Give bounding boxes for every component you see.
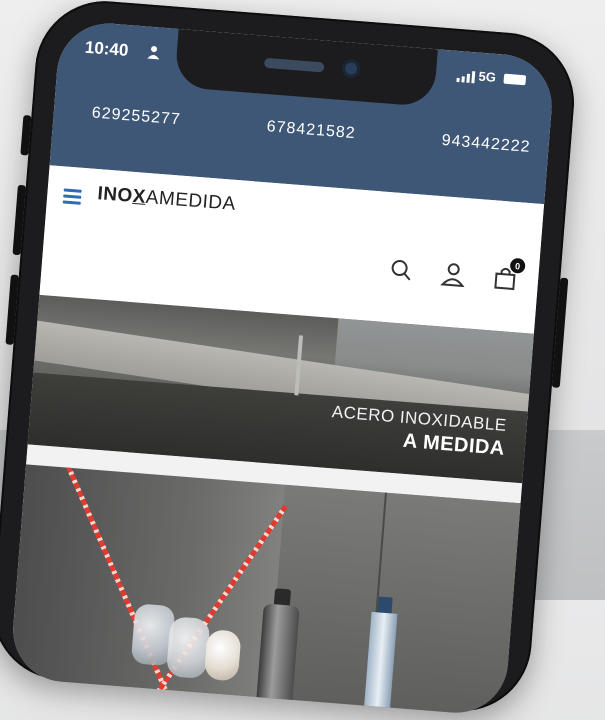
phone-side-button [20,115,32,156]
photo-wall-panel [268,484,521,717]
phone-number-1[interactable]: 629255277 [91,104,181,129]
site-logo[interactable]: INOXAMEDIDA [97,183,237,216]
search-icon[interactable] [387,256,415,284]
photo-rope-left [65,465,175,706]
cart-count-badge: 0 [509,257,526,274]
phone-number-2[interactable]: 678421582 [266,118,356,143]
user-icon[interactable] [439,260,467,288]
hamburger-menu-icon[interactable] [62,188,82,205]
phone-power-button [551,277,569,388]
network-type: 5G [477,68,497,85]
phone-frame: 10:40 5G 629255277 678421582 943442222 I… [0,0,580,717]
person-icon [147,46,160,60]
shopping-bag-icon[interactable]: 0 [491,257,526,292]
status-time: 10:40 [84,37,130,61]
signal-icon [456,70,475,84]
phone-notch [174,28,438,108]
logo-text-amedida: AMEDIDA [145,186,237,215]
logo-text-ino: INO [96,183,134,207]
signal-indicator: 5G [456,67,496,85]
front-camera [341,58,361,79]
photo-glass-2 [165,616,211,680]
header-actions: 0 [387,256,526,292]
contact-phones-bar: 629255277 678421582 943442222 [91,104,531,156]
battery-icon [503,73,527,86]
photo-glass-3 [203,629,242,682]
product-photo[interactable] [9,464,521,717]
phone-mockup: 10:40 5G 629255277 678421582 943442222 I… [0,0,599,718]
phone-screen: 10:40 5G 629255277 678421582 943442222 I… [9,19,556,717]
phone-number-3[interactable]: 943442222 [441,132,531,157]
speaker-grille [263,57,325,73]
